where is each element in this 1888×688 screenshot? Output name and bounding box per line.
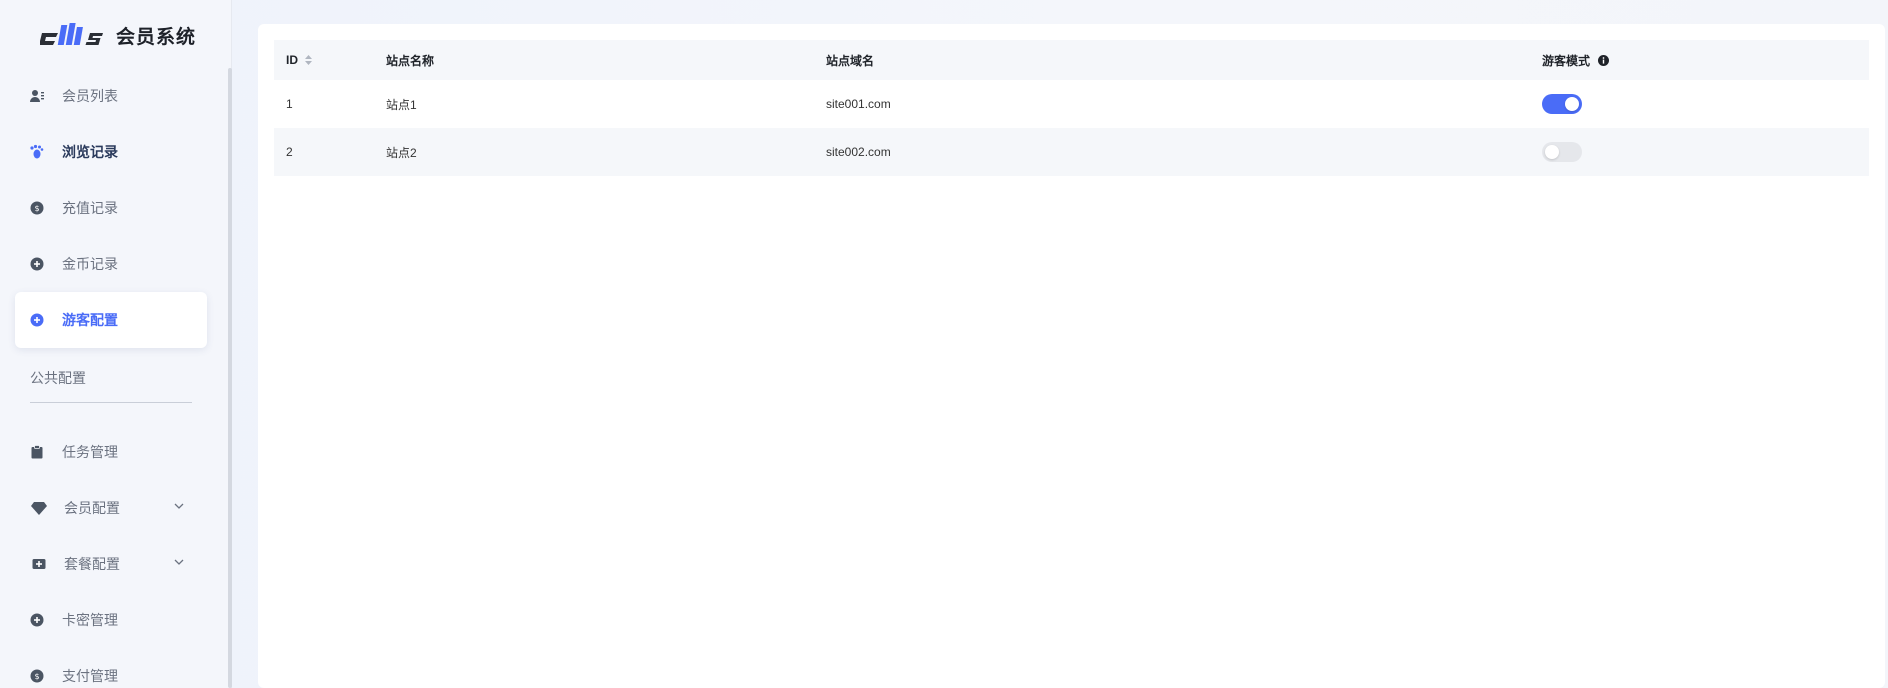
sidebar-item-card-key-management[interactable]: 卡密管理 [15,592,207,648]
chevron-down-icon[interactable] [173,500,185,512]
coin-circle-icon: $ [28,199,46,217]
sidebar-item-label: 卡密管理 [62,612,118,628]
group-divider [30,402,192,403]
footprint-icon [28,143,46,161]
app-title: 会员系统 [116,26,197,48]
sidebar-item-member-config[interactable]: 会员配置 [15,480,207,536]
cell-site-domain: site002.com [826,145,891,159]
sidebar-item-task-management[interactable]: 任务管理 [15,424,207,480]
diamond-icon [30,499,48,517]
cell-site-name: 站点1 [386,97,417,112]
sidebar-item-recharge-history[interactable]: $ 充值记录 [15,180,207,236]
sidebar-item-payment-management[interactable]: $ 支付管理 [15,648,207,688]
sidebar-item-member-list[interactable]: 会员列表 [15,68,207,124]
plus-circle-icon [28,611,46,629]
column-header-guest-mode: 游客模式 [1530,52,1869,69]
guest-mode-toggle[interactable] [1542,94,1582,114]
sort-icon[interactable] [304,54,313,66]
sidebar-scrollbar[interactable] [228,68,232,688]
column-header-site-name: 站点名称 [386,53,435,68]
sidebar-item-label: 游客配置 [62,312,118,328]
chevron-down-icon[interactable] [173,556,185,568]
site-table: ID 站点名称 站点域名 游客模式 1 站点1 site001.com 2 站点… [274,40,1869,176]
table-row: 2 站点2 site002.com [274,128,1869,176]
table-header: ID 站点名称 站点域名 游客模式 [274,40,1869,80]
clipboard-icon [28,443,46,461]
sidebar-item-browse-history[interactable]: 浏览记录 [15,124,207,180]
group-title-public-config: 公共配置 [30,370,86,386]
package-icon [30,555,48,573]
sidebar-item-guest-config[interactable]: 游客配置 [15,292,207,348]
plus-circle-icon [28,311,46,329]
cell-site-domain: site001.com [826,97,891,111]
coin-circle-icon: $ [28,667,46,685]
main-panel: ID 站点名称 站点域名 游客模式 1 站点1 site001.com 2 站点… [258,24,1885,688]
sidebar-item-label: 会员列表 [62,88,118,104]
sidebar-item-label: 会员配置 [64,500,120,516]
logo: 会员系统 [40,18,196,52]
toggle-knob [1545,145,1559,159]
sidebar-item-label: 浏览记录 [62,144,118,160]
guest-mode-toggle[interactable] [1542,142,1582,162]
sidebar-item-coin-history[interactable]: 金币记录 [15,236,207,292]
sidebar-item-label: 支付管理 [62,668,118,684]
cell-id: 2 [286,145,293,159]
toggle-knob [1565,97,1579,111]
column-header-site-domain: 站点域名 [826,53,875,68]
cell-site-name: 站点2 [386,145,417,160]
plus-circle-icon [28,255,46,273]
cell-id: 1 [286,97,293,111]
svg-text:$: $ [34,672,39,681]
sidebar-item-label: 套餐配置 [64,556,120,572]
sidebar-item-package-config[interactable]: 套餐配置 [15,536,207,592]
column-header-id[interactable]: ID [274,53,374,67]
svg-text:$: $ [34,204,39,213]
user-list-icon [28,87,46,105]
sidebar-item-label: 充值记录 [62,200,118,216]
info-icon[interactable] [1598,54,1610,66]
sidebar: 会员系统 会员列表 浏览记录 $ 充值记录 金币记录 游客配置 公共配置 任务管… [0,0,232,688]
cms-logo-icon [40,23,103,45]
table-row: 1 站点1 site001.com [274,80,1869,128]
sidebar-item-label: 金币记录 [62,256,118,272]
sidebar-item-label: 任务管理 [62,444,118,460]
